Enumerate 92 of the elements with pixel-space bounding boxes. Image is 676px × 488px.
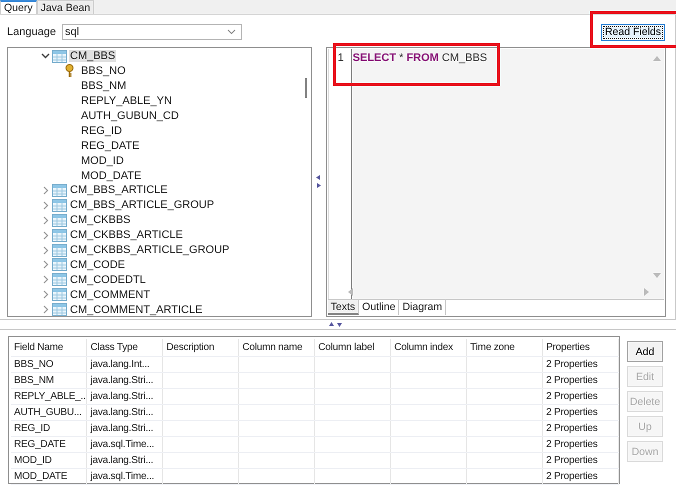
tree-item[interactable]: BBS_NO	[80, 65, 127, 78]
tab[interactable]: Java Bean	[36, 0, 94, 14]
expand-chevron-icon[interactable]	[41, 260, 50, 270]
scrollbar-thumb[interactable]	[304, 78, 307, 98]
scroll-up-icon[interactable]	[653, 55, 661, 61]
tree-item[interactable]: CM_BBS_ARTICLE	[69, 184, 169, 196]
tree-item[interactable]: CM_COMMENT_ARTICLE	[69, 304, 204, 316]
column-header[interactable]: Properties	[542, 339, 618, 356]
expand-chevron-icon[interactable]	[41, 216, 50, 225]
expand-chevron-icon[interactable]	[41, 290, 50, 300]
tab[interactable]: Query	[0, 0, 37, 14]
scroll-down-icon[interactable]	[653, 273, 661, 279]
table-cell: java.lang.Stri...	[90, 390, 154, 402]
line-number: 1	[338, 52, 345, 64]
language-label: Language	[7, 26, 56, 38]
table-cell: java.sql.Time...	[90, 470, 154, 482]
tree-item[interactable]: REPLY_ABLE_YN	[80, 95, 173, 108]
table-cell: AUTH_GUBU...	[14, 406, 82, 418]
expand-chevron-icon[interactable]	[41, 246, 50, 255]
tree-item[interactable]: CM_CKBBS_ARTICLE_GROUP	[69, 244, 230, 256]
tab[interactable]: Outline	[359, 300, 400, 315]
table-cell: 2 Properties	[546, 454, 598, 466]
split-arrows-icon[interactable]	[329, 322, 343, 328]
side-button[interactable]: Add	[627, 341, 663, 362]
table-cell: MOD_DATE	[14, 470, 68, 482]
table-cell: MOD_ID	[14, 454, 52, 466]
table-icon	[52, 184, 67, 197]
tree-item[interactable]: MOD_DATE	[80, 170, 142, 182]
expand-chevron-icon[interactable]	[41, 275, 50, 284]
tree-item[interactable]: CM_COMMENT	[69, 288, 152, 301]
tree-item[interactable]: CM_CODE	[69, 258, 126, 271]
column-header[interactable]: Column index	[390, 339, 467, 356]
split-arrows-icon[interactable]	[316, 175, 322, 189]
tree-item[interactable]: REG_ID	[80, 124, 123, 137]
expand-chevron-icon[interactable]	[41, 200, 50, 210]
table-icon	[52, 50, 67, 63]
column-header[interactable]: Class Type	[86, 339, 163, 356]
table-icon	[52, 228, 67, 242]
scroll-right-icon[interactable]	[644, 288, 650, 296]
chevron-down-icon	[226, 29, 236, 35]
table-icon	[52, 288, 67, 302]
table-cell: BBS_NM	[14, 374, 54, 386]
expand-chevron-icon[interactable]	[41, 305, 50, 314]
table-cell: java.lang.Int...	[90, 358, 150, 370]
table-icon	[52, 273, 67, 286]
tree-item[interactable]: CM_BBS_ARTICLE_GROUP	[69, 199, 216, 212]
table-cell: 2 Properties	[546, 422, 598, 434]
table-cell: java.lang.Stri...	[90, 374, 154, 386]
table-icon	[52, 303, 67, 316]
table-cell: 2 Properties	[546, 358, 598, 370]
language-dropdown[interactable]: sql	[62, 24, 242, 40]
table-cell: java.sql.Time...	[90, 438, 154, 450]
key-icon	[65, 64, 74, 78]
table-icon	[52, 214, 67, 227]
table-cell: 2 Properties	[546, 374, 598, 386]
table-cell: java.lang.Stri...	[90, 422, 154, 434]
collapse-chevron-icon[interactable]	[41, 53, 50, 60]
tab[interactable]: Diagram	[399, 300, 446, 315]
column-header[interactable]: Column label	[314, 339, 391, 356]
table-cell: REG_ID	[14, 422, 50, 434]
table-icon	[52, 258, 67, 272]
tree-item[interactable]: MOD_ID	[80, 154, 125, 167]
table-cell: 2 Properties	[546, 438, 598, 450]
column-header[interactable]: Time zone	[466, 339, 543, 356]
tree-item[interactable]: CM_CODEDTL	[69, 274, 147, 286]
expand-chevron-icon[interactable]	[41, 186, 50, 195]
table-cell: 2 Properties	[546, 406, 598, 418]
tab[interactable]: Texts	[328, 300, 360, 315]
table-cell: REG_DATE	[14, 438, 66, 450]
read-fields-button[interactable]: Read Fields	[600, 24, 665, 40]
tree-item[interactable]: CM_CKBBS_ARTICLE	[69, 229, 184, 242]
column-header[interactable]: Field Name	[11, 339, 87, 356]
table-icon	[52, 198, 67, 212]
table-cell: java.lang.Stri...	[90, 406, 154, 418]
table-cell: BBS_NO	[14, 358, 54, 370]
tree-item[interactable]: BBS_NM	[80, 80, 128, 92]
tree-item[interactable]: AUTH_GUBUN_CD	[80, 110, 180, 122]
column-header[interactable]: Column name	[238, 339, 315, 356]
code-line: SELECT * FROM CM_BBS	[352, 52, 488, 64]
tree-item[interactable]: CM_CKBBS	[69, 214, 132, 226]
sql-editor[interactable]: 1 SELECT * FROM CM_BBS	[328, 49, 664, 299]
tree-item[interactable]: REG_DATE	[80, 140, 140, 152]
table-cell: 2 Properties	[546, 390, 598, 402]
language-value: sql	[64, 26, 80, 38]
table-cell: java.lang.Stri...	[90, 454, 154, 466]
table-cell: 2 Properties	[546, 470, 598, 482]
table-icon	[52, 244, 67, 257]
table-cell: REPLY_ABLE_...	[14, 390, 86, 402]
tree-item[interactable]: CM_BBS	[69, 50, 116, 62]
scroll-left-icon[interactable]	[346, 288, 353, 296]
expand-chevron-icon[interactable]	[41, 230, 50, 240]
column-header[interactable]: Description	[162, 339, 239, 356]
